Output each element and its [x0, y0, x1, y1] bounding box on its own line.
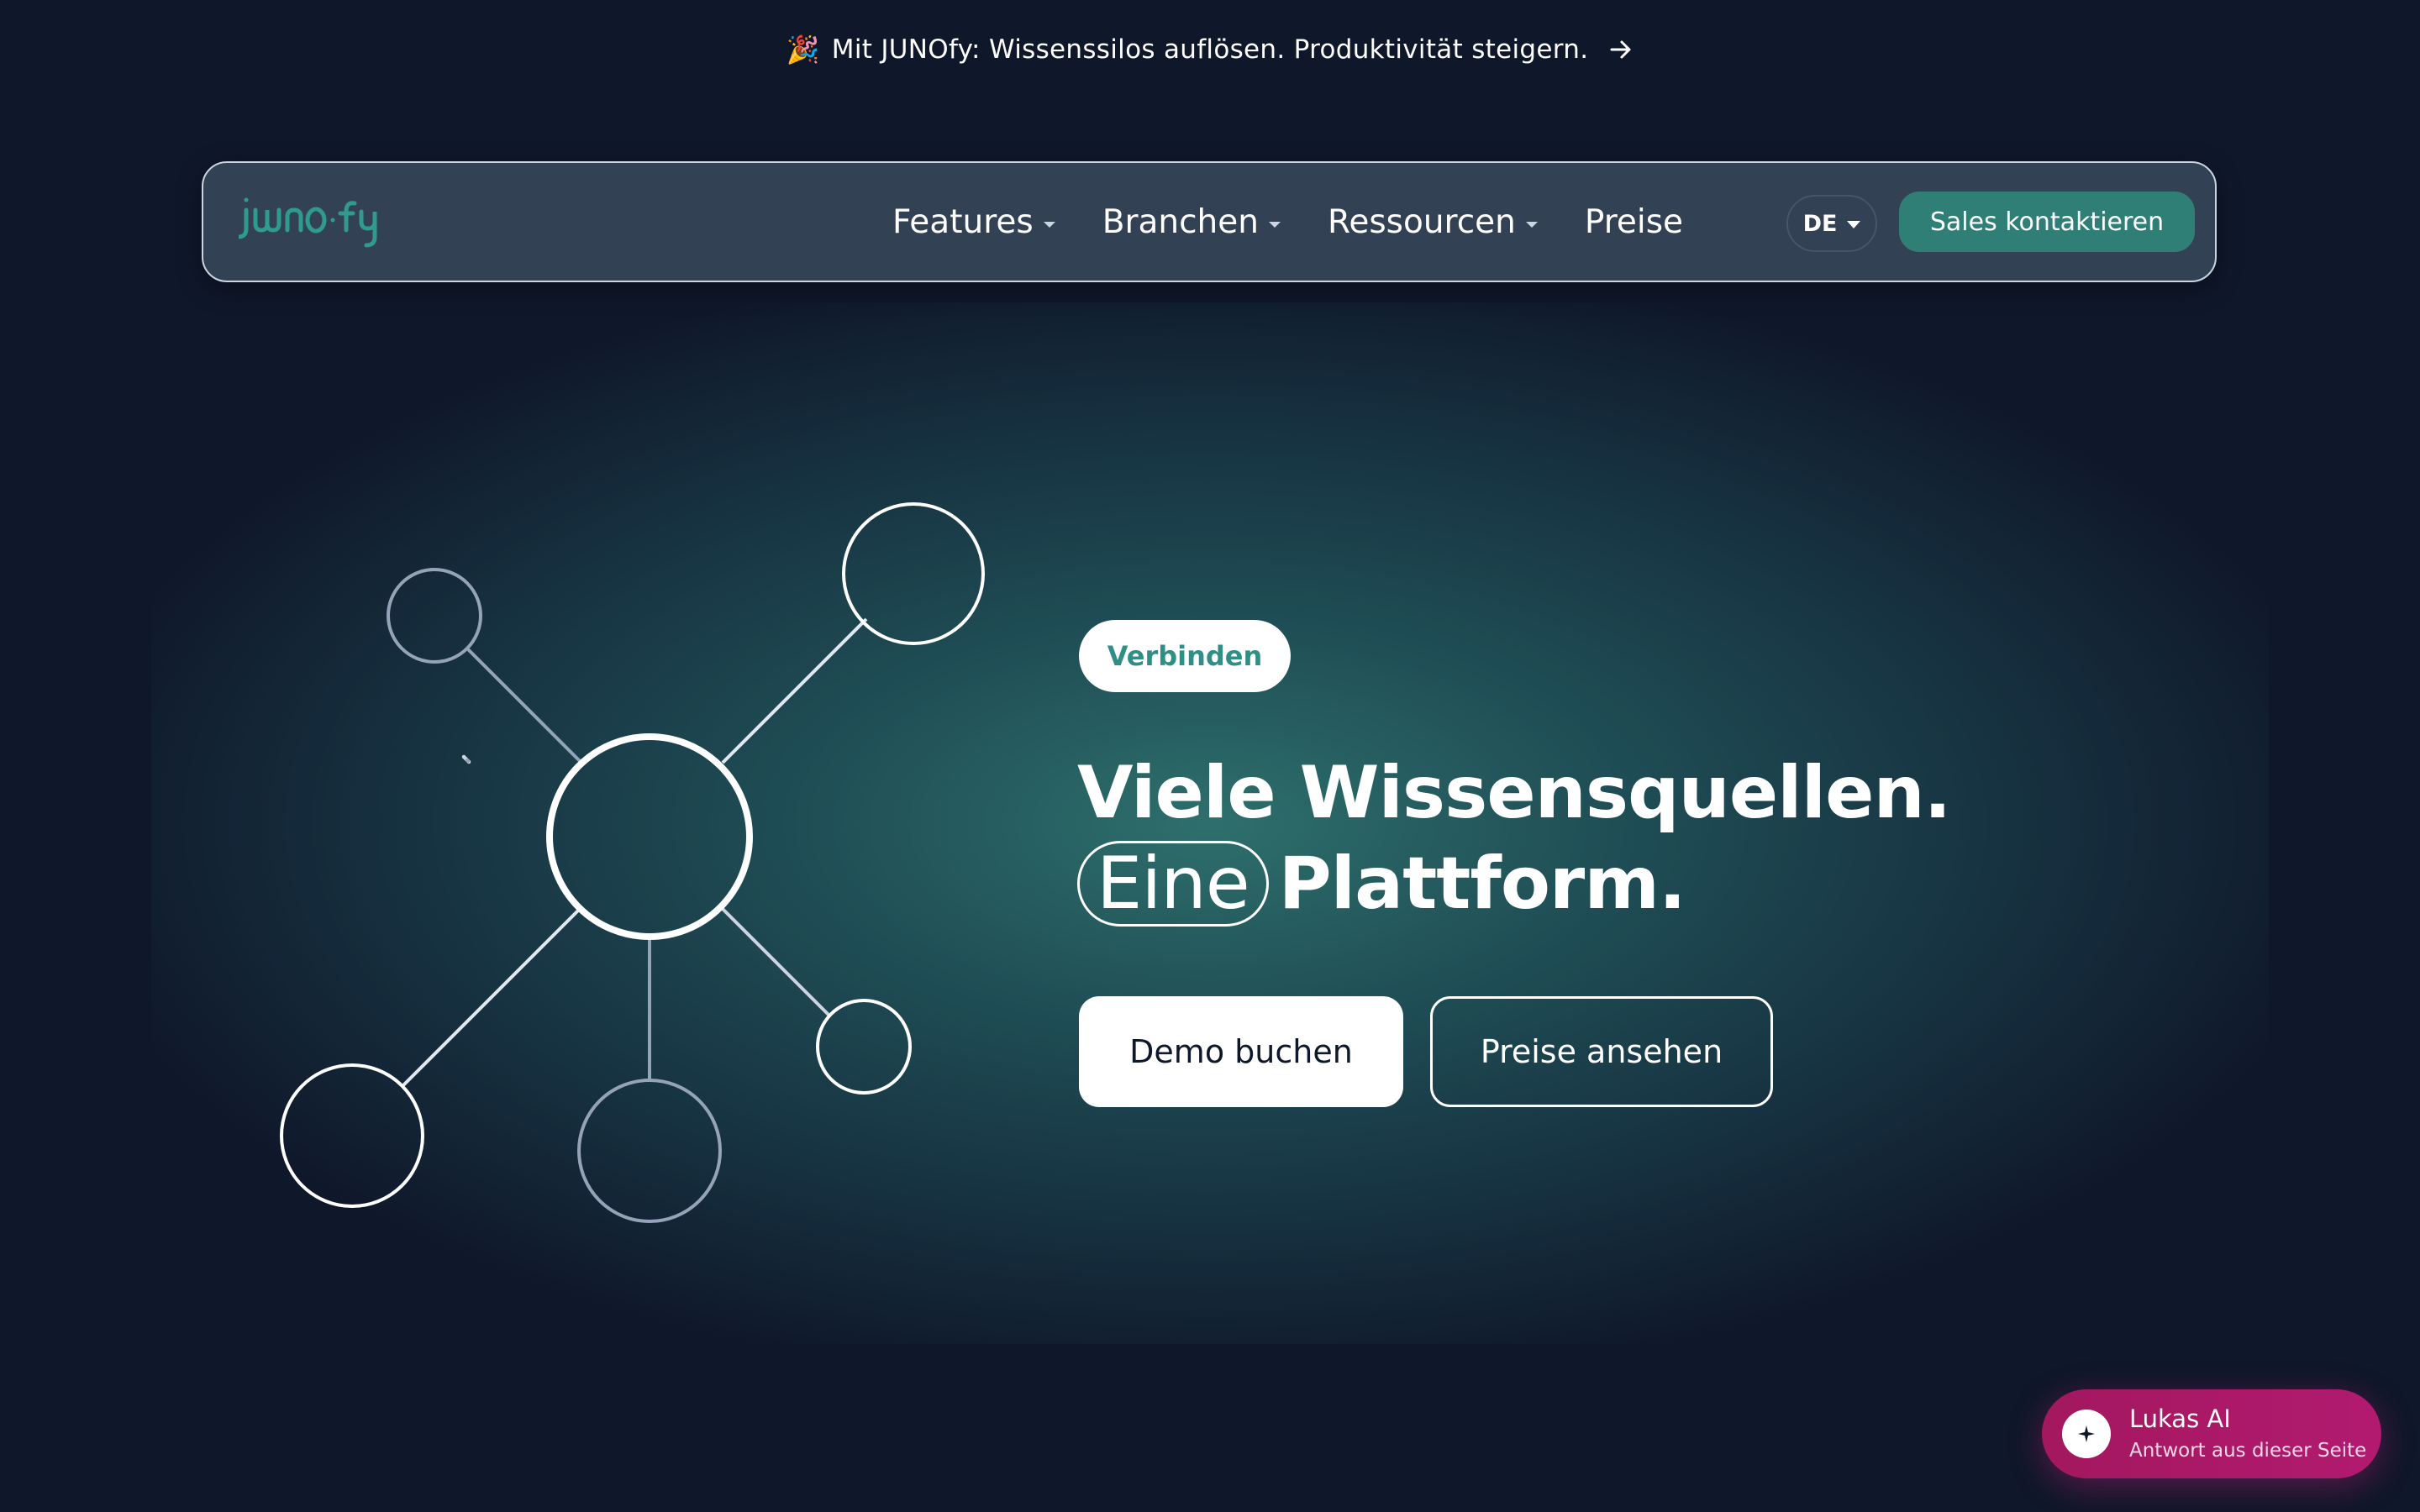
network-node-bottom-left	[280, 1063, 424, 1208]
edge-hub-top-left-real	[466, 759, 470, 763]
party-icon: 🎉	[786, 34, 820, 66]
nav-item-label: Ressourcen	[1327, 202, 1516, 241]
headline-line-2: Eine Plattform.	[1077, 838, 2086, 929]
edge-hub-bottom-left	[400, 907, 581, 1089]
chevron-down-icon	[1043, 221, 1055, 228]
nav-item-branchen[interactable]: Branchen	[1102, 203, 1281, 241]
hero-badge: Verbinden	[1079, 620, 1291, 692]
nav-item-ressourcen[interactable]: Ressourcen	[1328, 203, 1538, 241]
edge-hub-small-right	[721, 907, 832, 1018]
view-pricing-button[interactable]: Preise ansehen	[1430, 996, 1773, 1107]
nav-item-label: Preise	[1584, 202, 1684, 241]
hero-headline: Viele Wissensquellen. Eine Plattform.	[1077, 748, 2086, 929]
nav-item-label: Branchen	[1102, 202, 1259, 241]
junofy-logo[interactable]	[236, 193, 381, 254]
announcement-bar[interactable]: 🎉 Mit JUNOfy: Wissenssilos auflösen. Pro…	[0, 29, 2420, 71]
chat-title: Lukas AI	[2129, 1404, 2231, 1433]
headline-highlight: Eine	[1077, 841, 1269, 927]
network-node-hub	[546, 733, 753, 940]
nav-item-preise[interactable]: Preise	[1585, 203, 1683, 241]
edge-hub-top-right	[721, 617, 868, 764]
chat-widget[interactable]: Lukas AI Antwort aus dieser Seite	[2042, 1389, 2381, 1478]
chevron-down-icon	[1525, 221, 1538, 228]
nav-item-label: Features	[892, 202, 1034, 241]
announcement-text[interactable]: Mit JUNOfy: Wissenssilos auflösen. Produ…	[832, 34, 1589, 65]
network-node-top-right	[842, 502, 985, 645]
chevron-down-icon	[1847, 220, 1861, 228]
sparkle-icon	[2062, 1410, 2111, 1458]
headline-line-1: Viele Wissensquellen.	[1077, 751, 1951, 835]
chevron-down-icon	[1268, 221, 1281, 228]
arrow-right-icon[interactable]	[1608, 37, 1634, 62]
network-node-small-top-left	[387, 568, 482, 664]
network-illustration	[252, 470, 1008, 1243]
nav-menu: Features Branchen Ressourcen Preise	[892, 163, 1683, 281]
language-label: DE	[1802, 210, 1838, 237]
main-navigation: Features Branchen Ressourcen Preise DE S…	[202, 161, 2217, 282]
language-selector[interactable]: DE	[1786, 195, 1877, 252]
edge-hub-small-top-left	[466, 648, 581, 763]
headline-line-2-rest: Plattform.	[1278, 842, 1686, 926]
network-node-small-right	[816, 999, 912, 1095]
nav-item-features[interactable]: Features	[892, 203, 1055, 241]
book-demo-button[interactable]: Demo buchen	[1079, 996, 1403, 1107]
chat-subtitle: Antwort aus dieser Seite	[2129, 1440, 2367, 1462]
sales-contact-button[interactable]: Sales kontaktieren	[1899, 192, 2195, 252]
network-node-bottom	[577, 1079, 722, 1223]
